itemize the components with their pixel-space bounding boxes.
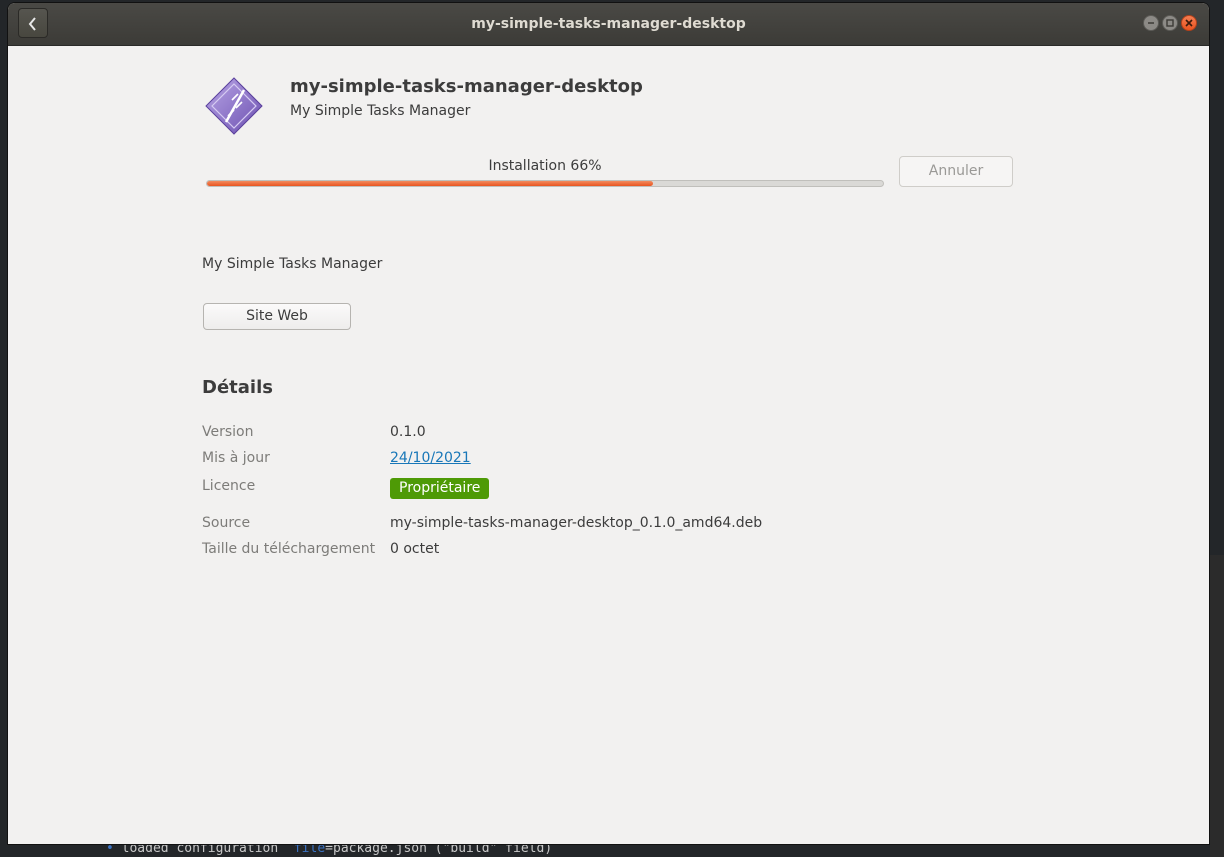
install-progress-fill — [207, 181, 654, 186]
install-progress-bar — [206, 180, 884, 187]
package-icon — [205, 77, 263, 135]
detail-label-version: Version — [202, 424, 254, 440]
detail-value-download-size: 0 octet — [390, 541, 440, 557]
app-name: my-simple-tasks-manager-desktop — [290, 76, 643, 97]
cancel-button[interactable]: Annuler — [899, 156, 1013, 187]
detail-value-source: my-simple-tasks-manager-desktop_0.1.0_am… — [390, 515, 763, 531]
install-progress-label: Installation 66% — [488, 158, 602, 174]
details-heading: Détails — [202, 377, 273, 398]
titlebar[interactable]: my-simple-tasks-manager-desktop — [8, 3, 1209, 46]
maximize-icon — [1166, 19, 1174, 27]
app-details-page: my-simple-tasks-manager-desktop My Simpl… — [8, 46, 1209, 844]
maximize-button[interactable] — [1162, 15, 1178, 31]
license-badge[interactable]: Propriétaire — [390, 478, 490, 499]
back-button[interactable] — [18, 8, 48, 38]
detail-label-download-size: Taille du téléchargement — [202, 541, 376, 557]
app-description: My Simple Tasks Manager — [202, 256, 383, 272]
detail-label-updated: Mis à jour — [202, 450, 270, 466]
app-window: my-simple-tasks-manager-desktop my-simpl… — [8, 3, 1209, 844]
detail-value-updated-link[interactable]: 24/10/2021 — [390, 450, 471, 466]
close-button[interactable] — [1181, 15, 1197, 31]
background-panel — [1210, 555, 1224, 857]
minimize-icon — [1148, 22, 1154, 24]
detail-label-license: Licence — [202, 478, 256, 494]
detail-value-version: 0.1.0 — [390, 424, 426, 440]
window-title: my-simple-tasks-manager-desktop — [471, 16, 746, 32]
chevron-left-icon — [28, 17, 36, 31]
app-summary: My Simple Tasks Manager — [290, 103, 471, 119]
detail-label-source: Source — [202, 515, 251, 531]
close-icon — [1185, 19, 1193, 27]
minimize-button[interactable] — [1143, 15, 1159, 31]
website-button[interactable]: Site Web — [203, 303, 351, 330]
